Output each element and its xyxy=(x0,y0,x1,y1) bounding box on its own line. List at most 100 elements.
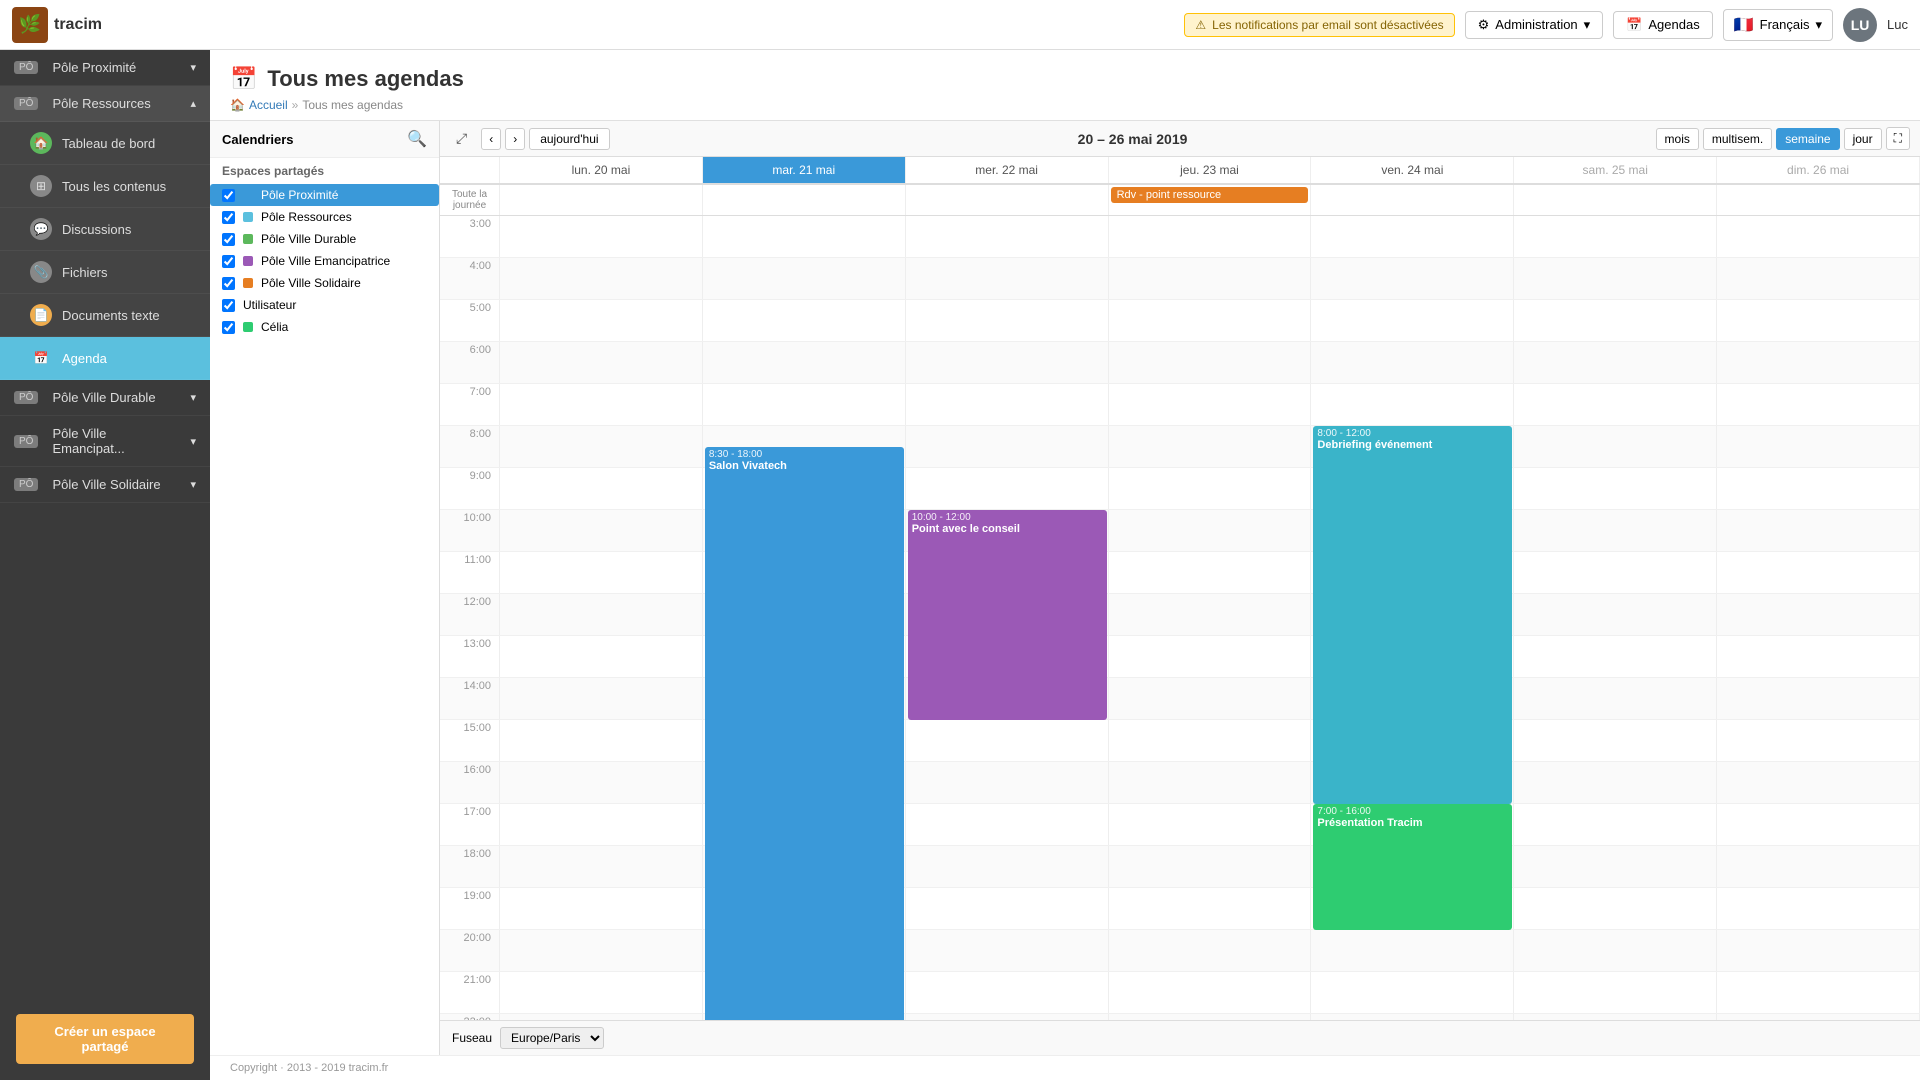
sidebar-item-documents-texte[interactable]: 📄 Documents texte xyxy=(0,294,210,337)
time-cell-1-700 xyxy=(703,384,906,425)
day-header-sun: dim. 26 mai xyxy=(1717,157,1920,183)
time-cell-5-2100 xyxy=(1514,972,1717,1013)
time-cell-6-2000 xyxy=(1717,930,1920,971)
admin-button[interactable]: ⚙ Administration ▾ xyxy=(1465,11,1604,39)
time-cell-3-1500 xyxy=(1109,720,1312,761)
allday-event-rdv[interactable]: Rdv - point ressource xyxy=(1111,187,1309,203)
event-title-salon-vivatech: Salon Vivatech xyxy=(709,460,900,472)
view-multiweek-button[interactable]: multisem. xyxy=(1703,128,1772,150)
time-label-2000: 20:00 xyxy=(440,930,500,971)
time-cell-1-300 xyxy=(703,216,906,257)
time-label-300: 3:00 xyxy=(440,216,500,257)
view-month-button[interactable]: mois xyxy=(1656,128,1699,150)
event-salon-vivatech[interactable]: 8:30 - 18:00Salon Vivatech xyxy=(705,447,904,1020)
time-cell-5-2000 xyxy=(1514,930,1717,971)
breadcrumb-home[interactable]: Accueil xyxy=(249,98,288,112)
time-cell-3-400 xyxy=(1109,258,1312,299)
sidebar-item-tableau-de-bord[interactable]: 🏠 Tableau de bord xyxy=(0,122,210,165)
time-row-1000: 10:00 xyxy=(440,510,1920,552)
calendars-title: Calendriers xyxy=(222,132,294,147)
user-name: Luc xyxy=(1887,17,1908,32)
allday-cell-fri xyxy=(1311,185,1514,215)
event-debriefing[interactable]: 8:00 - 12:00Debriefing événement xyxy=(1313,426,1512,804)
prev-button[interactable]: ‹ xyxy=(481,128,501,150)
sidebar: PÔ Pôle Proximité ▾ PÔ Pôle Ressources ▴… xyxy=(0,50,210,1080)
sidebar-label-agenda: Agenda xyxy=(62,351,196,366)
calendar-checkbox-durable[interactable] xyxy=(222,233,235,246)
time-row-600: 6:00 xyxy=(440,342,1920,384)
calendar-checkbox-celia[interactable] xyxy=(222,321,235,334)
sidebar-label-pole-ressources: Pôle Ressources xyxy=(52,96,180,111)
po-badge-ressources: PÔ xyxy=(14,97,38,110)
calendar-color-solidaire xyxy=(243,278,253,288)
sidebar-label-pole-proximite: Pôle Proximité xyxy=(52,60,180,75)
next-button[interactable]: › xyxy=(505,128,525,150)
sidebar-item-pole-ressources[interactable]: PÔ Pôle Ressources ▴ xyxy=(0,86,210,122)
page-title-icon: 📅 xyxy=(230,66,257,92)
time-row-900: 9:00 xyxy=(440,468,1920,510)
time-label-1400: 14:00 xyxy=(440,678,500,719)
time-cell-5-300 xyxy=(1514,216,1717,257)
calendar-checkbox-proximite[interactable] xyxy=(222,189,235,202)
calendar-checkbox-solidaire[interactable] xyxy=(222,277,235,290)
sidebar-item-discussions[interactable]: 💬 Discussions xyxy=(0,208,210,251)
sidebar-item-tous-contenus[interactable]: ⊞ Tous les contenus xyxy=(0,165,210,208)
time-cell-6-500 xyxy=(1717,300,1920,341)
view-week-button[interactable]: semaine xyxy=(1776,128,1839,150)
lang-button[interactable]: 🇫🇷 Français ▾ xyxy=(1723,9,1833,41)
time-cell-3-2100 xyxy=(1109,972,1312,1013)
expand-button[interactable]: ⤢ xyxy=(450,127,473,150)
time-cell-5-1700 xyxy=(1514,804,1717,845)
time-row-2000: 20:00 xyxy=(440,930,1920,972)
agendas-button[interactable]: 📅 Agendas xyxy=(1613,11,1713,39)
event-time-presentation-tracim: 7:00 - 16:00 xyxy=(1317,806,1508,817)
day-header-tue: mar. 21 mai xyxy=(703,157,906,183)
app-logo[interactable]: 🌿 tracim xyxy=(12,7,102,43)
time-cell-2-1500 xyxy=(906,720,1109,761)
calendar-checkbox-emancipatrice[interactable] xyxy=(222,255,235,268)
event-presentation-tracim[interactable]: 7:00 - 16:00Présentation Tracim xyxy=(1313,804,1512,930)
time-row-1100: 11:00 xyxy=(440,552,1920,594)
time-cell-2-600 xyxy=(906,342,1109,383)
time-label-2200: 22:00 xyxy=(440,1014,500,1020)
calendar-checkbox-ressources[interactable] xyxy=(222,211,235,224)
sidebar-item-fichiers[interactable]: 📎 Fichiers xyxy=(0,251,210,294)
time-cell-2-900 xyxy=(906,468,1109,509)
calendar-checkbox-utilisateur[interactable] xyxy=(222,299,235,312)
user-avatar[interactable]: LU xyxy=(1843,8,1877,42)
time-cell-0-1000 xyxy=(500,510,703,551)
search-calendar-button[interactable]: 🔍 xyxy=(407,129,427,149)
time-cell-0-300 xyxy=(500,216,703,257)
view-day-button[interactable]: jour xyxy=(1844,128,1882,150)
sidebar-item-pole-ville-durable[interactable]: PÔ Pôle Ville Durable ▾ xyxy=(0,380,210,416)
timezone-select[interactable]: Europe/Paris xyxy=(500,1027,604,1049)
sidebar-item-agenda[interactable]: 📅 Agenda xyxy=(0,337,210,380)
calendar-item-pole-proximite[interactable]: Pôle Proximité xyxy=(210,184,439,206)
allday-cell-wed xyxy=(906,185,1109,215)
calendar-item-celia[interactable]: Célia xyxy=(210,316,439,338)
calendar-item-pole-ville-emancipatrice[interactable]: Pôle Ville Emancipatrice xyxy=(210,250,439,272)
calendar-item-pole-ville-solidaire[interactable]: Pôle Ville Solidaire xyxy=(210,272,439,294)
calendar-item-pole-ressources[interactable]: Pôle Ressources xyxy=(210,206,439,228)
calendar-item-utilisateur[interactable]: Utilisateur xyxy=(210,294,439,316)
time-cell-0-1300 xyxy=(500,636,703,677)
user-initials: LU xyxy=(1851,17,1870,33)
sidebar-item-pole-ville-emancipat[interactable]: PÔ Pôle Ville Emancipat... ▾ xyxy=(0,416,210,467)
time-cell-0-2200 xyxy=(500,1014,703,1020)
time-cell-6-1300 xyxy=(1717,636,1920,677)
calendar-label-utilisateur: Utilisateur xyxy=(243,298,296,312)
time-label-600: 6:00 xyxy=(440,342,500,383)
calendar-item-pole-ville-durable[interactable]: Pôle Ville Durable xyxy=(210,228,439,250)
sidebar-item-pole-ville-solidaire[interactable]: PÔ Pôle Ville Solidaire ▾ xyxy=(0,467,210,503)
time-cell-5-1000 xyxy=(1514,510,1717,551)
event-point-conseil[interactable]: 10:00 - 12:00Point avec le conseil xyxy=(908,510,1107,720)
home-icon-small: 🏠 xyxy=(230,98,245,112)
time-cell-3-1400 xyxy=(1109,678,1312,719)
create-space-button[interactable]: Créer un espace partagé xyxy=(16,1014,194,1064)
all-content-icon: ⊞ xyxy=(30,175,52,197)
time-label-1300: 13:00 xyxy=(440,636,500,677)
sidebar-item-pole-proximite[interactable]: PÔ Pôle Proximité ▾ xyxy=(0,50,210,86)
allday-cell-sat xyxy=(1514,185,1717,215)
fullscreen-button[interactable]: ⛶ xyxy=(1886,127,1910,150)
today-button[interactable]: aujourd'hui xyxy=(529,128,609,150)
